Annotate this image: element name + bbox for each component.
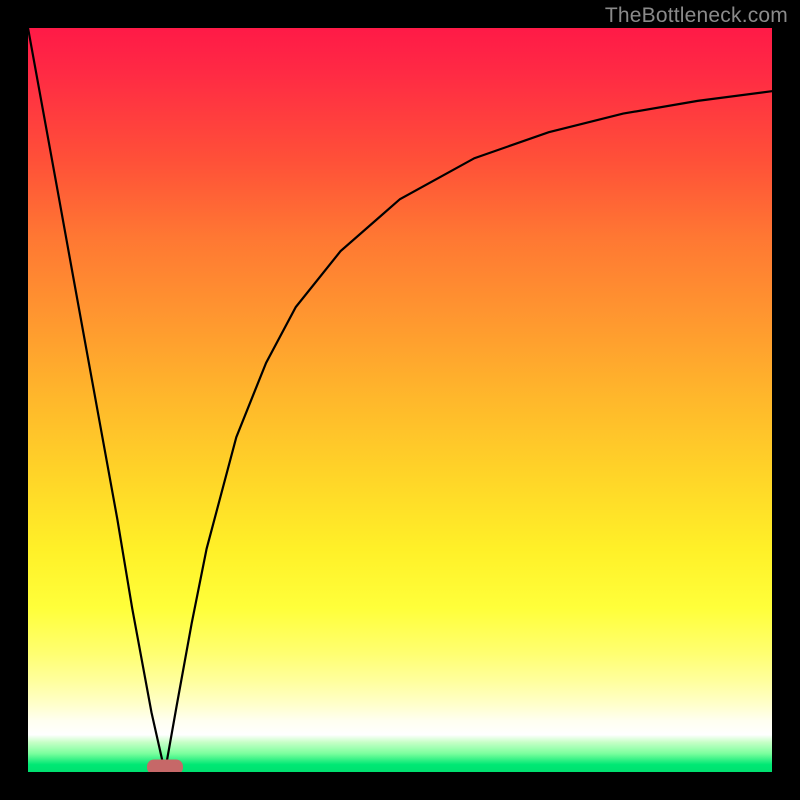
plot-area — [28, 28, 772, 772]
chart-frame: TheBottleneck.com — [0, 0, 800, 800]
curve-svg — [28, 28, 772, 772]
watermark-text: TheBottleneck.com — [605, 4, 788, 28]
optimal-marker — [147, 759, 183, 772]
bottleneck-curve — [28, 28, 772, 772]
